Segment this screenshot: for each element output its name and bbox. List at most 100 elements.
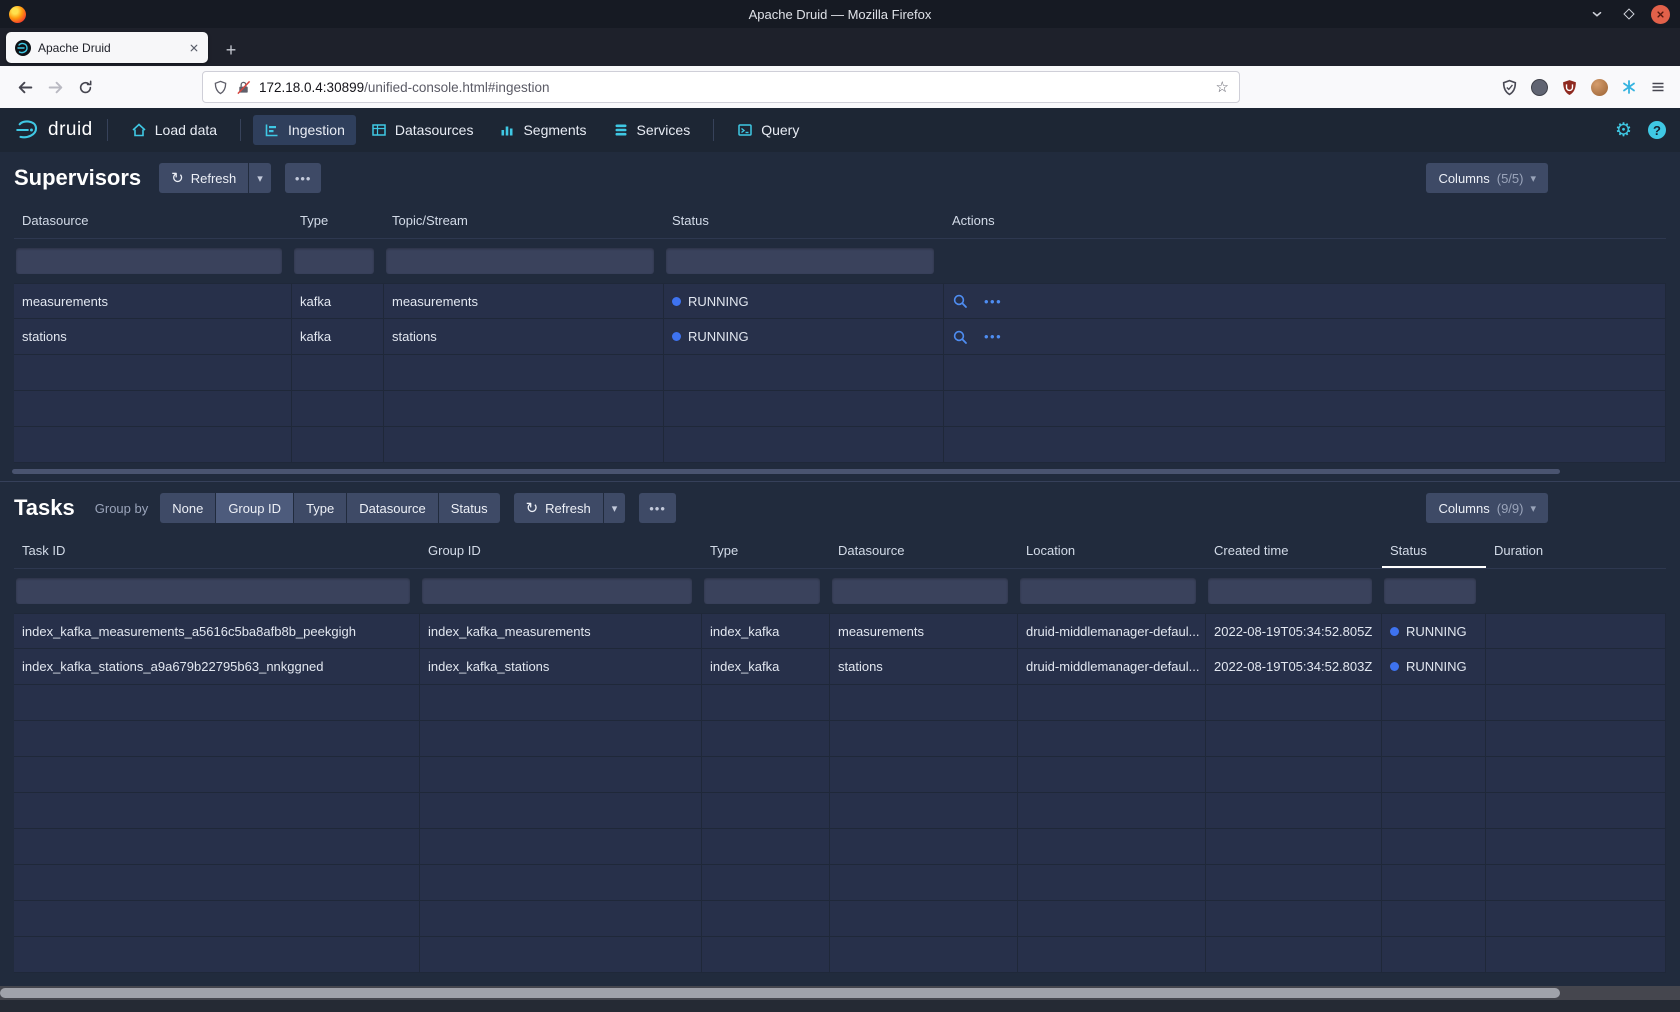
column-header-datasource[interactable]: Datasource — [14, 204, 292, 238]
empty-cell — [1206, 829, 1382, 865]
group-by-status-button[interactable]: Status — [439, 493, 500, 523]
supervisors-refresh-button[interactable]: ↻Refresh — [159, 163, 248, 193]
empty-cell — [1486, 829, 1666, 865]
tasks-refresh-button[interactable]: ↻Refresh — [514, 493, 603, 523]
divider — [713, 119, 714, 141]
tasks-filter-group-id[interactable] — [422, 578, 692, 604]
task-row-measurements[interactable]: index_kafka_measurements_a5616c5ba8afb8b… — [14, 613, 1666, 649]
group-by-group-id-button[interactable]: Group ID — [216, 493, 293, 523]
group-by-datasource-button[interactable]: Datasource — [347, 493, 437, 523]
column-header-created-time[interactable]: Created time — [1206, 534, 1382, 568]
tab-close-icon[interactable] — [189, 43, 199, 53]
empty-row — [14, 721, 1666, 757]
supervisors-filter-type[interactable] — [294, 248, 374, 274]
tasks-refresh-caret-button[interactable]: ▾ — [604, 493, 626, 523]
supervisors-more-button[interactable]: ••• — [285, 163, 322, 193]
gear-icon[interactable]: ⚙ — [1615, 121, 1632, 140]
tasks-filter-status[interactable] — [1384, 578, 1476, 604]
column-header-type[interactable]: Type — [702, 534, 830, 568]
nav-ingestion[interactable]: Ingestion — [253, 115, 356, 145]
account-extension-icon[interactable] — [1531, 79, 1548, 96]
group-by-none-button[interactable]: None — [160, 493, 215, 523]
column-header-status[interactable]: Status — [664, 204, 944, 238]
supervisors-filter-status[interactable] — [666, 248, 934, 274]
empty-cell — [292, 391, 384, 427]
supervisor-row-measurements[interactable]: measurements kafka measurements RUNNING … — [14, 283, 1666, 319]
nav-datasources[interactable]: Datasources — [360, 115, 485, 145]
empty-cell — [1206, 685, 1382, 721]
extension-shield-icon[interactable] — [1501, 79, 1518, 96]
empty-cell — [1018, 937, 1206, 973]
insecure-lock-icon[interactable] — [236, 80, 251, 95]
tracking-shield-icon[interactable] — [213, 80, 228, 95]
cell-type: index_kafka — [702, 613, 830, 649]
column-header-topic-stream[interactable]: Topic/Stream — [384, 204, 664, 238]
supervisors-hscrollbar[interactable] — [12, 469, 1560, 474]
cell-task-id: index_kafka_stations_a9a679b22795b63_nnk… — [14, 649, 420, 685]
menu-button[interactable] — [1650, 79, 1666, 95]
supervisors-filter-datasource[interactable] — [16, 248, 282, 274]
help-icon[interactable]: ? — [1648, 121, 1666, 139]
supervisors-filter-topic[interactable] — [386, 248, 654, 274]
nav-services[interactable]: Services — [602, 115, 702, 145]
nav-load-data[interactable]: Load data — [120, 115, 228, 145]
reload-button[interactable] — [70, 72, 100, 102]
container-extension-icon[interactable] — [1621, 79, 1637, 95]
supervisors-refresh-split: ↻Refresh ▾ — [159, 163, 271, 193]
column-header-duration[interactable]: Duration — [1486, 534, 1666, 568]
tasks-filter-created-time[interactable] — [1208, 578, 1372, 604]
browser-tab-apache-druid[interactable]: Apache Druid — [6, 32, 208, 63]
horizontal-scrollbar-thumb[interactable] — [0, 988, 1560, 998]
tasks-filter-type[interactable] — [704, 578, 820, 604]
tasks-filter-location[interactable] — [1020, 578, 1196, 604]
task-row-stations[interactable]: index_kafka_stations_a9a679b22795b63_nnk… — [14, 649, 1666, 685]
horizontal-scrollbar[interactable] — [0, 986, 1680, 1000]
magnifier-icon[interactable] — [952, 329, 968, 345]
row-actions-menu-icon[interactable]: ••• — [984, 319, 1002, 354]
druid-logo[interactable]: druid — [14, 117, 93, 143]
group-by-label: Group by — [95, 501, 148, 516]
column-header-datasource[interactable]: Datasource — [830, 534, 1018, 568]
tasks-filter-datasource[interactable] — [832, 578, 1008, 604]
cell-created-time: 2022-08-19T05:34:52.805Z — [1206, 613, 1382, 649]
magnifier-icon[interactable] — [952, 293, 968, 309]
back-button[interactable] — [10, 72, 40, 102]
column-header-location[interactable]: Location — [1018, 534, 1206, 568]
extension-avatar-icon[interactable] — [1591, 79, 1608, 96]
window-close-button[interactable] — [1651, 5, 1670, 24]
tasks-more-button[interactable]: ••• — [639, 493, 676, 523]
ublock-extension-icon[interactable] — [1561, 79, 1578, 96]
tasks-refresh-split: ↻Refresh ▾ — [514, 493, 626, 523]
column-header-task-id[interactable]: Task ID — [14, 534, 420, 568]
url-bar[interactable]: 172.18.0.4:30899/unified-console.html#in… — [202, 71, 1240, 103]
supervisors-refresh-caret-button[interactable]: ▾ — [249, 163, 271, 193]
nav-segments[interactable]: Segments — [488, 115, 597, 145]
window-minimize-button[interactable] — [1587, 4, 1607, 24]
bookmark-star-icon[interactable]: ☆ — [1216, 80, 1229, 95]
tasks-table: Task ID Group ID Type Datasource Locatio… — [14, 534, 1666, 973]
supervisors-columns-button[interactable]: Columns (5/5) ▾ — [1426, 163, 1548, 193]
row-actions-menu-icon[interactable]: ••• — [984, 284, 1002, 319]
nav-label: Services — [637, 122, 691, 138]
column-header-actions[interactable]: Actions — [944, 204, 1666, 238]
supervisors-header-row: Datasource Type Topic/Stream Status Acti… — [14, 204, 1666, 239]
empty-cell — [1206, 721, 1382, 757]
empty-row — [14, 685, 1666, 721]
window-maximize-button[interactable] — [1619, 4, 1639, 24]
group-by-type-button[interactable]: Type — [294, 493, 346, 523]
column-header-type[interactable]: Type — [292, 204, 384, 238]
column-header-status-sorted[interactable]: Status — [1382, 534, 1486, 568]
url-text[interactable]: 172.18.0.4:30899/unified-console.html#in… — [259, 80, 1208, 95]
cell-location: druid-middlemanager-defaul... — [1018, 613, 1206, 649]
nav-query[interactable]: Query — [726, 115, 810, 145]
tasks-title: Tasks — [14, 495, 75, 521]
tasks-filter-task-id[interactable] — [16, 578, 410, 604]
empty-cell — [830, 829, 1018, 865]
tasks-columns-button[interactable]: Columns (9/9) ▾ — [1426, 493, 1548, 523]
supervisor-row-stations[interactable]: stations kafka stations RUNNING ••• — [14, 319, 1666, 355]
new-tab-button[interactable]: + — [218, 41, 244, 59]
maximize-icon — [1623, 8, 1634, 19]
forward-button[interactable] — [40, 72, 70, 102]
empty-cell — [1018, 721, 1206, 757]
column-header-group-id[interactable]: Group ID — [420, 534, 702, 568]
